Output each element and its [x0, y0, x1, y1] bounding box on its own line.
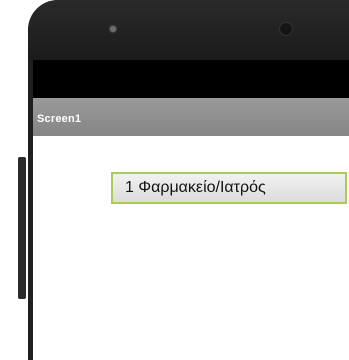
pharmacy-doctor-button[interactable]: 1 Φαρμακείο/Ιατρός [111, 172, 347, 204]
sensor-dot-icon [110, 26, 116, 32]
phone-top-bezel [28, 0, 349, 60]
phone-frame: Screen1 1 Φαρμακείο/Ιατρός [28, 0, 349, 360]
screen-title-bar: Screen1 [33, 98, 349, 136]
phone-side-button [18, 157, 26, 299]
status-bar [33, 60, 349, 98]
screen-title: Screen1 [37, 113, 82, 125]
app-screen: 1 Φαρμακείο/Ιατρός [33, 136, 349, 360]
emulator-stage: Screen1 1 Φαρμακείο/Ιατρός [0, 0, 349, 360]
camera-icon [279, 22, 293, 36]
